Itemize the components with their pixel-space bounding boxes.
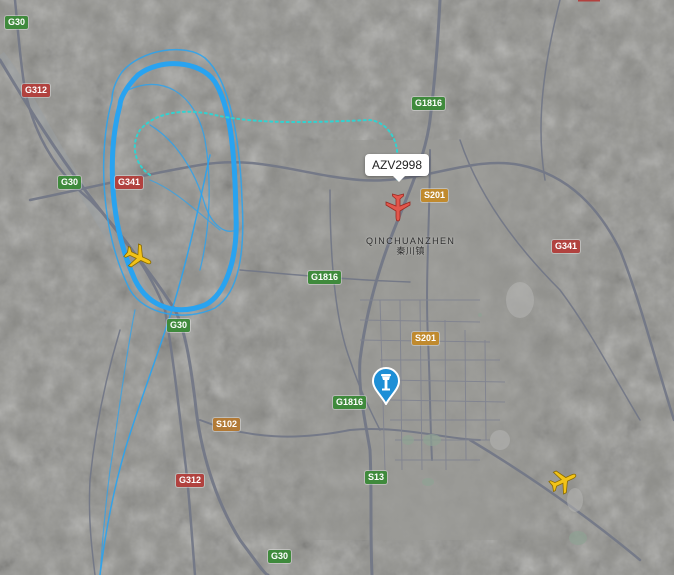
road-shield: G30	[268, 550, 292, 563]
road-shield: G30	[5, 16, 29, 29]
airplane-icon	[123, 243, 152, 268]
town-label: QINCHUANZHEN 秦川镇	[366, 236, 455, 258]
flight-map[interactable]: G30 G312 G30 G341 G1816 S201 G341 G1816 …	[0, 0, 674, 575]
road-shield: S201	[412, 332, 440, 345]
road-shield: G1816	[333, 396, 367, 409]
aircraft-marker[interactable]	[122, 241, 154, 278]
flight-callsign-label[interactable]: AZV2998	[365, 154, 430, 182]
aircraft-marker[interactable]	[547, 465, 579, 502]
road-shield: G312	[176, 474, 205, 487]
town-name-en: QINCHUANZHEN	[366, 236, 456, 246]
airplane-icon	[548, 470, 577, 495]
road-shield: G30	[58, 176, 82, 189]
control-tower-icon	[371, 366, 401, 407]
selected-aircraft[interactable]	[384, 191, 412, 228]
town-name-zh: 秦川镇	[396, 247, 425, 257]
road-shield: G341	[115, 176, 144, 189]
road-shield: S102	[213, 418, 241, 431]
airplane-icon	[385, 193, 411, 222]
road-shield: G341	[552, 240, 581, 253]
road-shield: S13	[365, 471, 388, 484]
road-shield: S201	[421, 189, 449, 202]
road-shield: G30	[167, 319, 191, 332]
road-shield: G1816	[412, 97, 446, 110]
road-shield: G312	[22, 84, 51, 97]
airport-marker[interactable]	[371, 366, 401, 410]
road-shield: G1816	[308, 271, 342, 284]
